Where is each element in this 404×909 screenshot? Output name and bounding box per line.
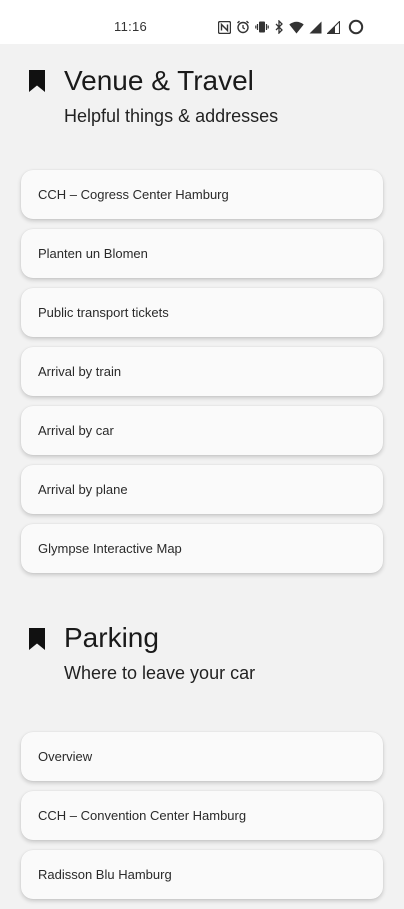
wifi-icon [289,21,304,34]
section-subtitle: Where to leave your car [64,663,256,683]
list-item-public-transport[interactable]: Public transport tickets [21,288,383,337]
list-item-arrival-car[interactable]: Arrival by car [21,406,383,455]
vibrate-icon [255,20,269,34]
list-item-label: CCH – Cogress Center Hamburg [38,187,229,202]
battery-icon [348,19,364,35]
list-item-planten-un-blomen[interactable]: Planten un Blomen [21,229,383,278]
list-item-glympse-map[interactable]: Glympse Interactive Map [21,524,383,573]
list-item-arrival-train[interactable]: Arrival by train [21,347,383,396]
section-title: Venue & Travel [64,65,254,96]
signal-icon [309,21,322,34]
list-item-overview[interactable]: Overview [21,732,383,781]
nfc-icon [218,20,231,34]
list-item-cch-congress-center[interactable]: CCH – Cogress Center Hamburg [21,170,383,219]
parking-list: Overview CCH – Convention Center Hamburg… [21,732,383,909]
alarm-icon [236,20,250,34]
bookmark-icon [28,69,46,98]
signal-icon [327,20,340,34]
status-bar: 11:16 [0,0,404,44]
list-item-label: Public transport tickets [38,305,169,320]
list-item-arrival-plane[interactable]: Arrival by plane [21,465,383,514]
list-item-label: Arrival by plane [38,482,128,497]
status-time: 11:16 [114,19,148,34]
list-item-label: Radisson Blu Hamburg [38,867,172,882]
list-item-label: Overview [38,749,93,764]
bookmark-icon [28,627,46,656]
section-subtitle: Helpful things & addresses [64,106,279,126]
venue-list: CCH – Cogress Center Hamburg Planten un … [21,170,383,583]
section-title: Parking [64,622,159,653]
status-icons [218,17,364,37]
list-item-label: Glympse Interactive Map [38,541,182,556]
list-item-label: Arrival by car [38,423,114,438]
list-item-label: Arrival by train [38,364,122,379]
list-item-label: Planten un Blomen [38,246,148,261]
list-item-label: CCH – Convention Center Hamburg [38,808,247,823]
bluetooth-icon [274,20,284,34]
list-item-radisson-blu[interactable]: Radisson Blu Hamburg [21,850,383,899]
list-item-cch-convention-center[interactable]: CCH – Convention Center Hamburg [21,791,383,840]
